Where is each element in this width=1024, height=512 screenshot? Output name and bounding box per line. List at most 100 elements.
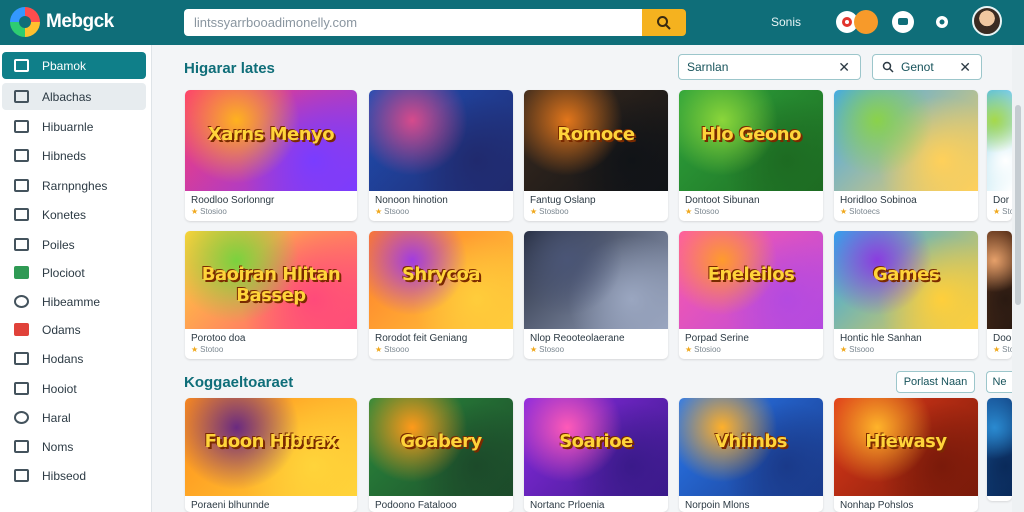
sidebar-item-label: Albachas xyxy=(42,89,92,104)
game-thumbnail[interactable]: Fuoon Hibuax xyxy=(185,398,357,496)
game-title[interactable]: Hontic hle Sanhan xyxy=(834,329,978,345)
sidebar-item-5[interactable]: Rarnpnghes xyxy=(2,172,146,199)
game-title[interactable]: Podoono Fatalooo xyxy=(369,496,513,512)
game-art-title: Hiewasy xyxy=(865,431,947,453)
user-avatar[interactable] xyxy=(972,6,1002,36)
game-thumbnail[interactable]: Vhiinbs xyxy=(679,398,823,496)
sidebar-item-9[interactable]: Hibeamme xyxy=(2,288,146,315)
settings-icon[interactable] xyxy=(931,11,953,33)
sidebar-item-12[interactable]: Hooiot xyxy=(2,375,146,402)
game-thumbnail[interactable]: Eneleilos xyxy=(679,231,823,329)
star-icon: ★ xyxy=(530,345,538,354)
game-meta-text: Stosboo xyxy=(539,207,569,216)
game-title[interactable]: Fantug Oslanp xyxy=(524,191,668,207)
sidebar-item-label: Odams xyxy=(42,322,81,337)
game-title[interactable]: Poraeni blhunnde xyxy=(185,496,357,512)
game-card[interactable]: Shrycoa Rorodot feit Geniang ★ Stsooo xyxy=(369,231,513,359)
game-title[interactable]: Horidloo Sobinoa xyxy=(834,191,978,207)
game-card[interactable]: Dor ★ Sto xyxy=(987,90,1012,221)
game-rating: ★ Stosboo xyxy=(524,207,668,221)
game-title[interactable]: Nonoon hinotion xyxy=(369,191,513,207)
game-card[interactable]: Romoce Fantug Oslanp ★ Stosboo xyxy=(524,90,668,221)
game-title[interactable] xyxy=(987,496,1012,501)
game-thumbnail[interactable]: Baoiran Hlitan Bassep xyxy=(185,231,357,329)
game-rating: ★ Stosoo xyxy=(679,207,823,221)
search-button[interactable] xyxy=(642,9,686,36)
clock-icon xyxy=(14,411,29,424)
filter-chip-1[interactable]: Sarnlan ✕ xyxy=(678,54,861,80)
scrollbar[interactable] xyxy=(1012,45,1024,512)
game-title[interactable]: Norpoin Mlons xyxy=(679,496,823,512)
sidebar-item-7[interactable]: Poiles xyxy=(2,231,146,258)
game-thumbnail[interactable] xyxy=(524,231,668,329)
section-more-button[interactable]: Ne xyxy=(986,371,1012,393)
game-title[interactable]: Dontoot Sibunan xyxy=(679,191,823,207)
game-meta-text: Stotoo xyxy=(200,345,224,354)
game-card[interactable]: Fuoon Hibuax Poraeni blhunnde xyxy=(185,398,357,512)
game-meta-text: Sto xyxy=(1002,207,1012,216)
game-title[interactable]: Porpad Serine xyxy=(679,329,823,345)
sidebar-item-13[interactable]: Haral xyxy=(2,404,146,431)
message-icon[interactable] xyxy=(892,11,914,33)
game-meta-text: Stosoo xyxy=(539,345,565,354)
game-title[interactable]: Roodloo Sorlonngr xyxy=(185,191,357,207)
game-thumbnail[interactable] xyxy=(987,398,1012,496)
chat-icon xyxy=(898,18,908,25)
game-card[interactable]: Soarioe Nortanc Prloenia xyxy=(524,398,668,512)
section-action-button[interactable]: Porlast Naan xyxy=(896,371,975,393)
sidebar-item-6[interactable]: Konetes xyxy=(2,201,146,228)
game-card[interactable]: Nonoon hinotion ★ Stsooo xyxy=(369,90,513,221)
close-icon[interactable]: ✕ xyxy=(959,59,971,76)
game-card[interactable]: Hlo Geono Dontoot Sibunan ★ Stosoo xyxy=(679,90,823,221)
game-card[interactable]: Eneleilos Porpad Serine ★ Stosioo xyxy=(679,231,823,359)
profile-badge-icon[interactable] xyxy=(854,10,878,34)
game-thumbnail[interactable]: Soarioe xyxy=(524,398,668,496)
sidebar-item-11[interactable]: Hodans xyxy=(2,345,146,372)
game-title[interactable]: Doo xyxy=(987,329,1012,345)
game-title[interactable]: Porotoo doa xyxy=(185,329,357,345)
sidebar-item-label: Haral xyxy=(42,410,71,425)
game-card[interactable]: Vhiinbs Norpoin Mlons xyxy=(679,398,823,512)
sidebar-item-2[interactable]: Albachas xyxy=(2,83,146,110)
game-thumbnail[interactable]: Romoce xyxy=(524,90,668,191)
game-thumbnail[interactable]: Games xyxy=(834,231,978,329)
game-thumbnail[interactable] xyxy=(987,90,1012,191)
game-title[interactable]: Rorodot feit Geniang xyxy=(369,329,513,345)
game-thumbnail[interactable]: Goabery xyxy=(369,398,513,496)
game-card[interactable] xyxy=(987,398,1012,501)
sidebar-item-14[interactable]: Noms xyxy=(2,433,146,460)
game-thumbnail[interactable] xyxy=(987,231,1012,329)
game-title[interactable]: Nonhap Pohslos xyxy=(834,496,978,512)
top-nav-link[interactable]: Sonis xyxy=(771,15,801,29)
sidebar-item-home[interactable]: Pbamok xyxy=(2,52,146,79)
gear-icon xyxy=(936,16,948,28)
game-thumbnail[interactable]: Hlo Geono xyxy=(679,90,823,191)
game-thumbnail[interactable]: Hiewasy xyxy=(834,398,978,496)
sidebar-item-10[interactable]: Odams xyxy=(2,316,146,343)
close-icon[interactable]: ✕ xyxy=(838,59,850,76)
game-card[interactable]: Horidloo Sobinoa ★ Slotoecs xyxy=(834,90,978,221)
sidebar-item-3[interactable]: Hibuarnle xyxy=(2,113,146,140)
game-card[interactable]: Games Hontic hle Sanhan ★ Stsooo xyxy=(834,231,978,359)
game-card[interactable]: Doo ★ Sto xyxy=(987,231,1012,359)
game-card[interactable]: Xarns Menyo Roodloo Sorlonngr ★ Stosioo xyxy=(185,90,357,221)
game-card[interactable]: Baoiran Hlitan Bassep Porotoo doa ★ Stotoo xyxy=(185,231,357,359)
search-input[interactable]: lintssyarrbooadimonelly.com xyxy=(184,9,642,36)
game-title[interactable]: Nlop Reooteolaerane xyxy=(524,329,668,345)
sidebar-item-8[interactable]: Plocioot xyxy=(2,259,146,286)
game-thumbnail[interactable]: Xarns Menyo xyxy=(185,90,357,191)
game-card[interactable]: Nlop Reooteolaerane ★ Stosoo xyxy=(524,231,668,359)
game-title[interactable]: Dor xyxy=(987,191,1012,207)
scrollbar-thumb[interactable] xyxy=(1015,105,1021,305)
game-thumbnail[interactable] xyxy=(834,90,978,191)
game-title[interactable]: Nortanc Prloenia xyxy=(524,496,668,512)
game-thumbnail[interactable]: Shrycoa xyxy=(369,231,513,329)
app-logo[interactable] xyxy=(10,7,40,37)
game-card[interactable]: Goabery Podoono Fatalooo xyxy=(369,398,513,512)
sidebar-item-15[interactable]: Hibseod xyxy=(2,462,146,489)
game-thumbnail[interactable] xyxy=(369,90,513,191)
game-card[interactable]: Hiewasy Nonhap Pohslos xyxy=(834,398,978,512)
filter-chip-2[interactable]: Genot ✕ xyxy=(872,54,982,80)
sidebar-item-4[interactable]: Hibneds xyxy=(2,142,146,169)
brand-name[interactable]: Mebgck xyxy=(46,11,114,33)
